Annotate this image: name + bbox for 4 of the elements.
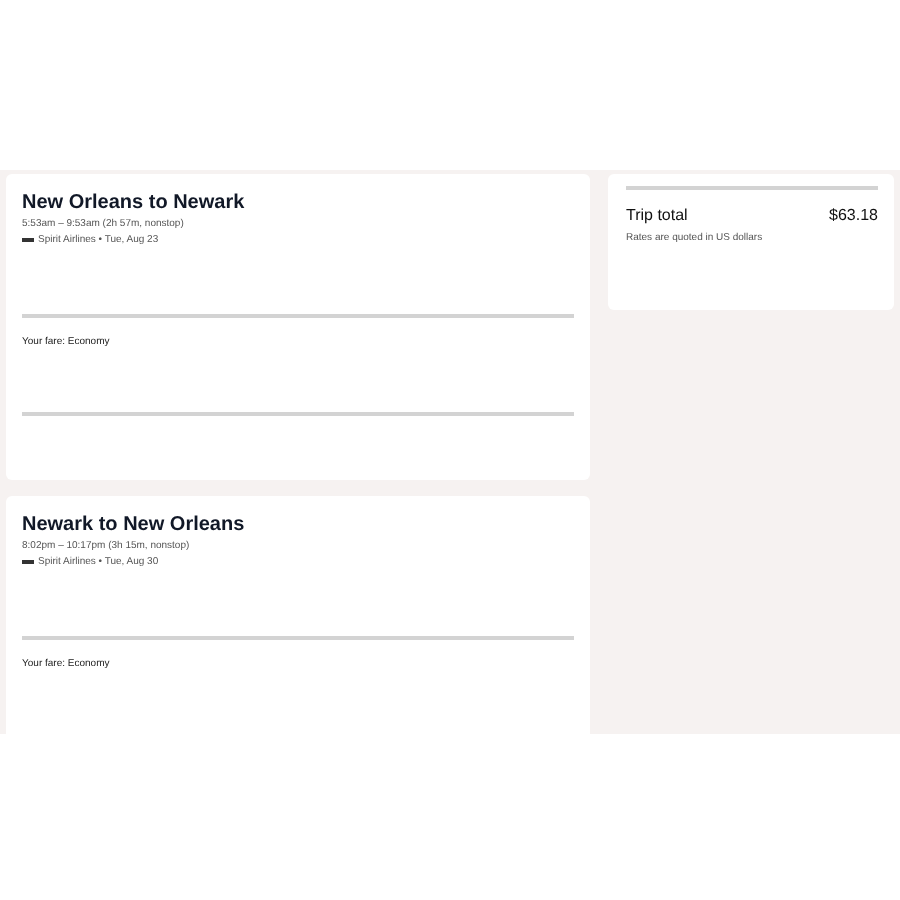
trip-total-label: Trip total	[626, 206, 688, 224]
trip-total-amount: $63.18	[829, 206, 878, 224]
flight-title: Newark to New Orleans	[22, 514, 247, 536]
flight-title: New Orleans to Newark	[22, 192, 247, 214]
